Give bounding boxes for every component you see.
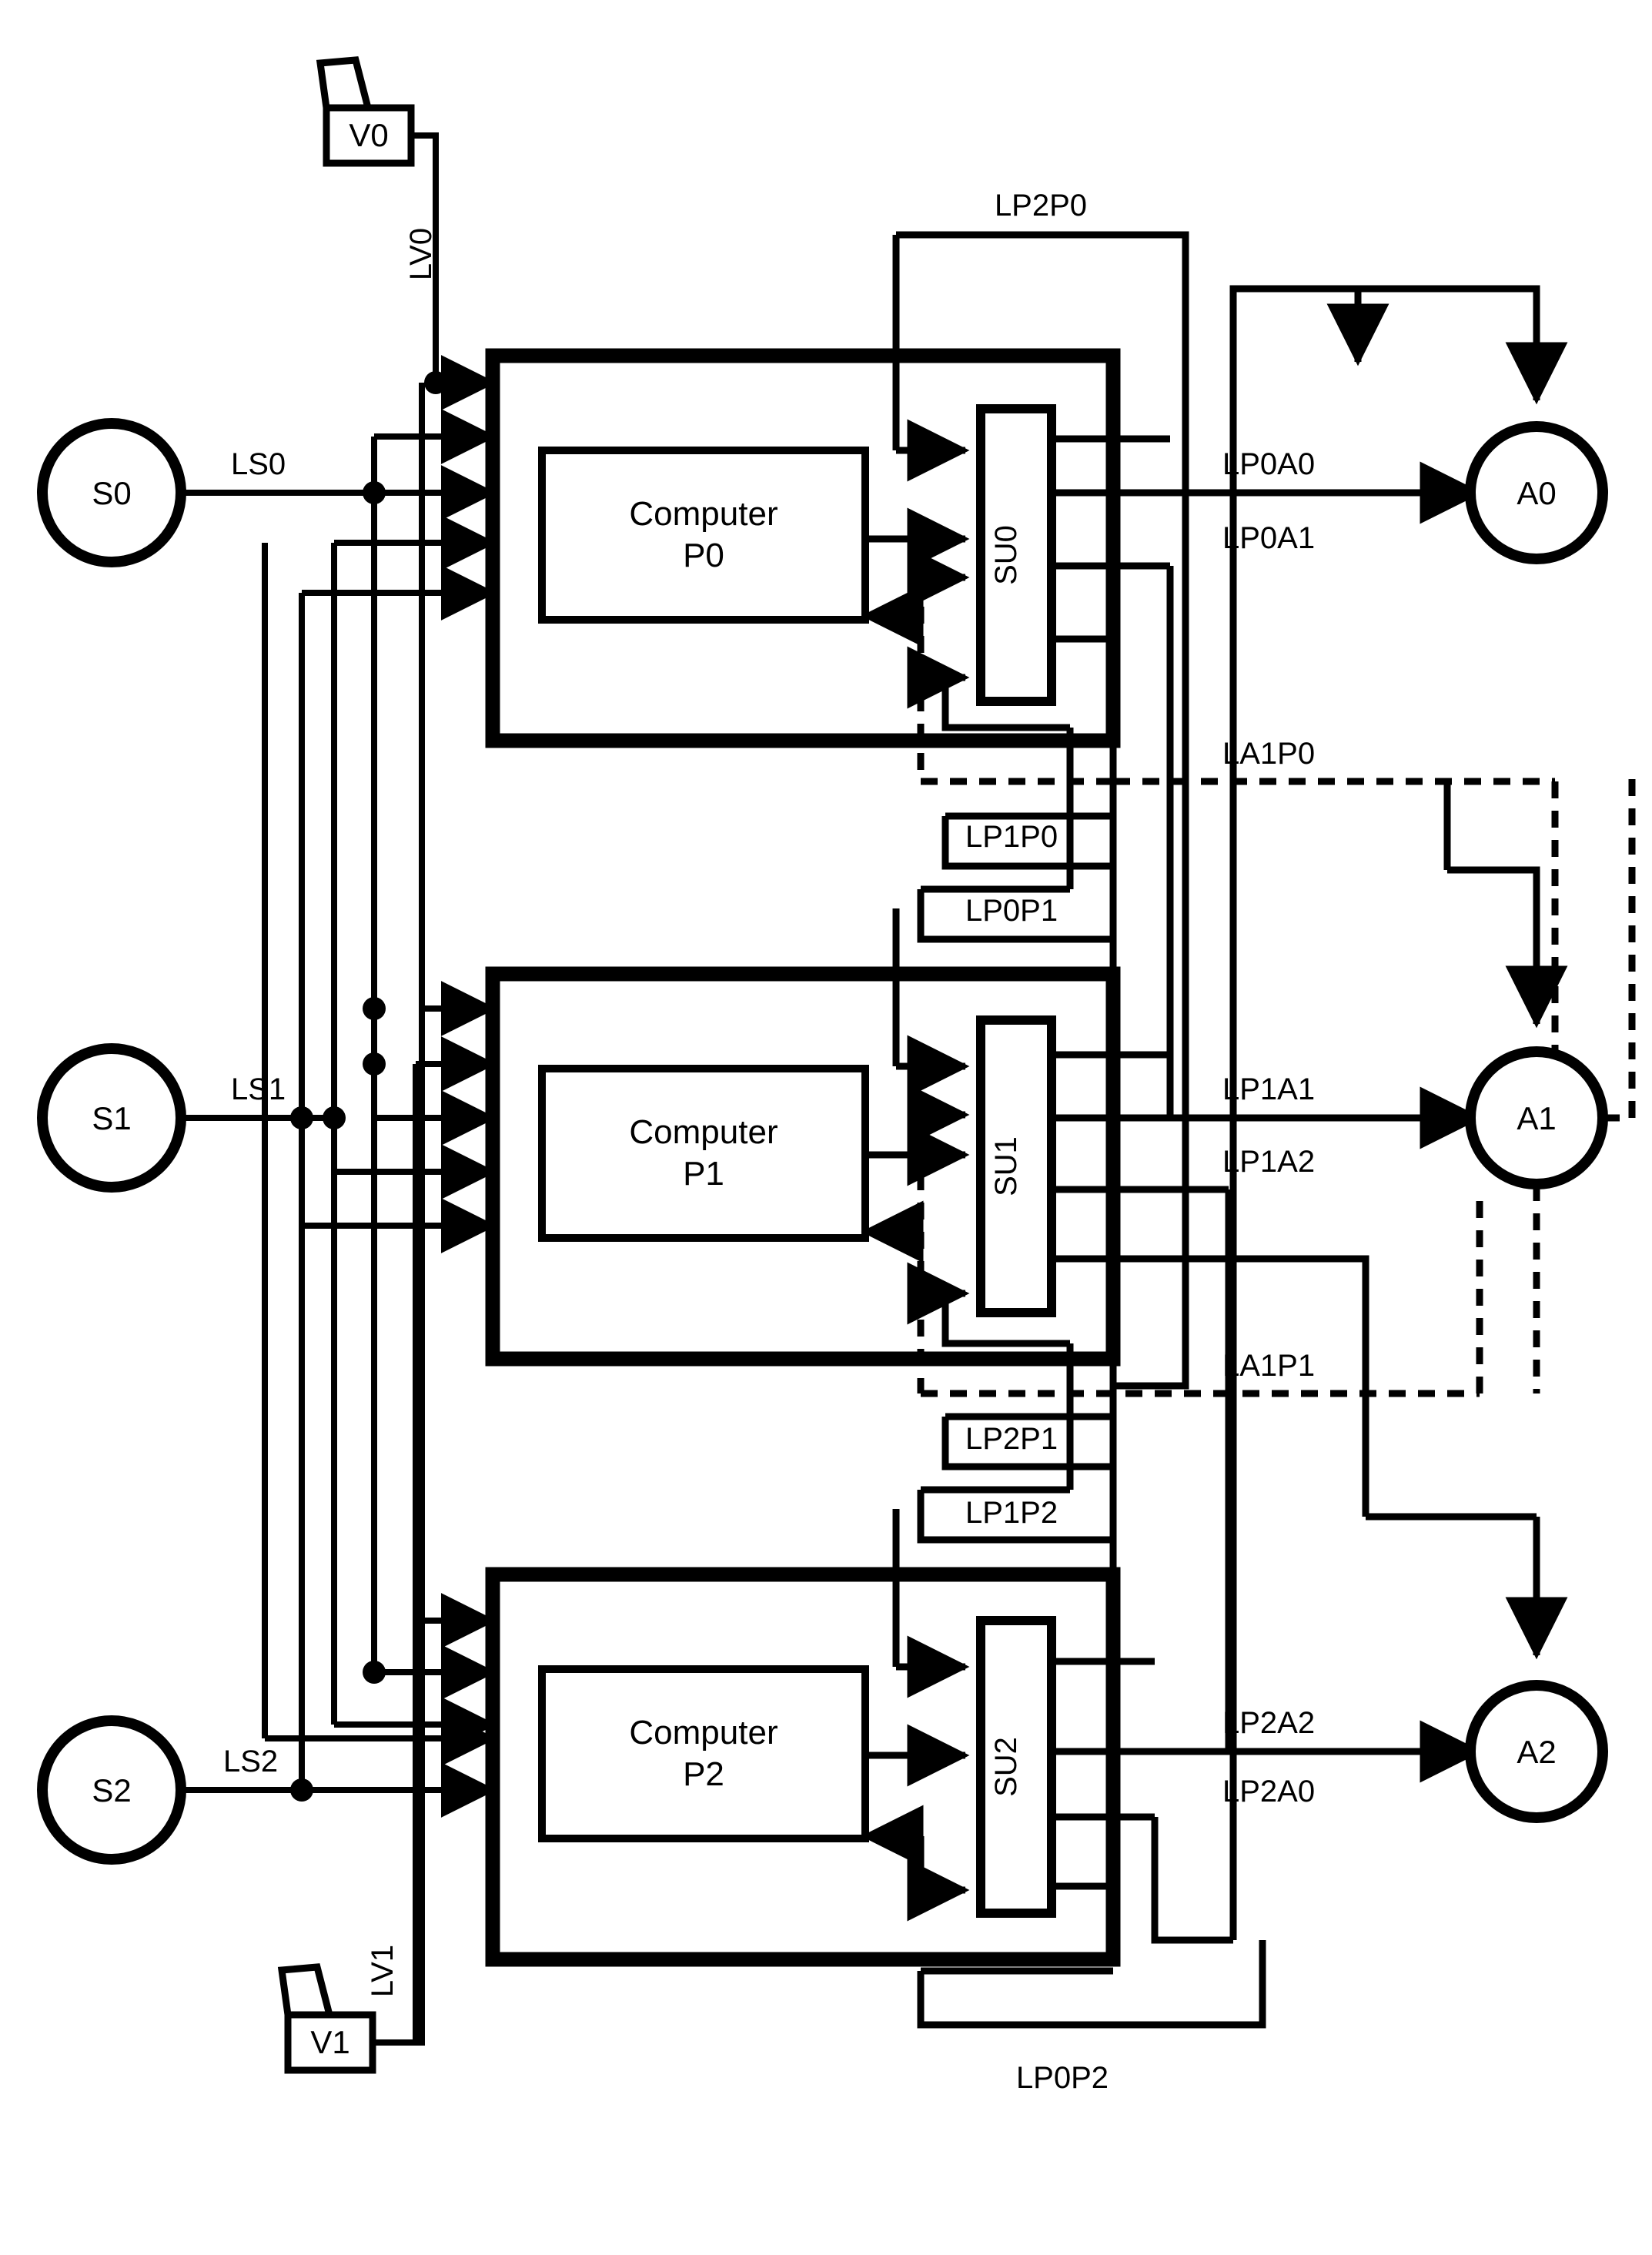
sensor-s0-label: S0 (92, 475, 131, 511)
switch-su1-label: SU1 (989, 1136, 1023, 1196)
arrow-top-into-a1 (1447, 866, 1568, 1029)
valve-v0-label: V0 (349, 117, 388, 153)
link-label-lp1p0: LP1P0 (965, 820, 1058, 854)
arrow-top-into-a0 (1358, 285, 1568, 405)
link-label-la1p1: LA1P1 (1222, 1349, 1315, 1383)
link-label-ls1: LS1 (231, 1072, 286, 1106)
link-label-lp1a1: LP1A1 (1222, 1072, 1315, 1106)
junction-dot-ls0 (363, 481, 386, 504)
switch-su2-label: SU2 (989, 1737, 1023, 1797)
actuator-a1-label: A1 (1517, 1100, 1556, 1136)
computer-p0-label-line1: Computer (629, 495, 778, 533)
junction-dot-ls1-d (363, 997, 386, 1020)
junction-dot-ls1-c (363, 1052, 386, 1076)
diagram-canvas: S0 S1 S2 LS0 LS1 LS2 A0 A1 A2 V0 V1 LV0 … (0, 0, 1652, 2255)
sensor-s2-label: S2 (92, 1772, 131, 1808)
link-label-lp2p0: LP2P0 (995, 189, 1087, 222)
junction-dot-lv0 (424, 371, 447, 394)
link-label-lp0p2: LP0P2 (1016, 2061, 1109, 2095)
link-label-lp2p1: LP2P1 (965, 1422, 1058, 1456)
junction-dot-ls1-b (290, 1106, 313, 1129)
valve-v1-label: V1 (310, 2024, 349, 2060)
link-label-lp1a2: LP1A2 (1222, 1145, 1315, 1179)
computer-p2-label-line2: P2 (683, 1755, 724, 1793)
valve-v1-stem-icon (277, 1963, 333, 2016)
wire-lp2a0-route (1151, 1817, 1233, 1944)
link-label-lp2a2: LP2A2 (1222, 1706, 1315, 1740)
junction-dot-p2 (363, 1661, 386, 1684)
link-label-la1p0: LA1P0 (1222, 737, 1315, 771)
junction-dot-ls2 (290, 1778, 313, 1802)
block-diagram-svg: S0 S1 S2 LS0 LS1 LS2 A0 A1 A2 V0 V1 LV0 … (37, 56, 1636, 2095)
arrow-low-into-su2 (907, 1836, 970, 1922)
link-label-lv1: LV1 (366, 1945, 400, 1997)
computer-p0-box[interactable] (538, 447, 869, 624)
wire-lp1a2-route (1225, 1189, 1478, 1755)
link-label-ls2: LS2 (223, 1745, 278, 1778)
link-label-lp0a0: LP0A0 (1222, 447, 1315, 481)
computer-p1-label-line1: Computer (629, 1113, 778, 1151)
link-label-ls0: LS0 (231, 447, 286, 481)
wire-lp0a1-route (1166, 566, 1478, 1122)
junction-dot-ls1-a (323, 1106, 346, 1129)
link-label-lp1p2: LP1P2 (965, 1496, 1058, 1530)
computer-p1-label-line2: P1 (683, 1155, 724, 1193)
valve-v0-stem-icon (316, 56, 372, 109)
actuator-a0-label: A0 (1517, 475, 1556, 511)
computer-p2-box[interactable] (538, 1665, 869, 1842)
computer-p1-box[interactable] (538, 1065, 869, 1242)
link-label-lp0a1: LP0A1 (1222, 521, 1315, 555)
switch-su0-label: SU0 (989, 525, 1023, 585)
link-label-lv0: LV0 (404, 228, 438, 280)
link-label-lp0p1: LP0P1 (965, 894, 1058, 928)
actuator-a2-label: A2 (1517, 1734, 1556, 1770)
wire-a1-out-right-dashed (1603, 778, 1636, 1122)
link-label-lp2a0: LP2A0 (1222, 1775, 1315, 1808)
computer-p2-label-line1: Computer (629, 1714, 778, 1751)
computer-p0-label-line2: P0 (683, 537, 724, 574)
sensor-s1-label: S1 (92, 1100, 131, 1136)
